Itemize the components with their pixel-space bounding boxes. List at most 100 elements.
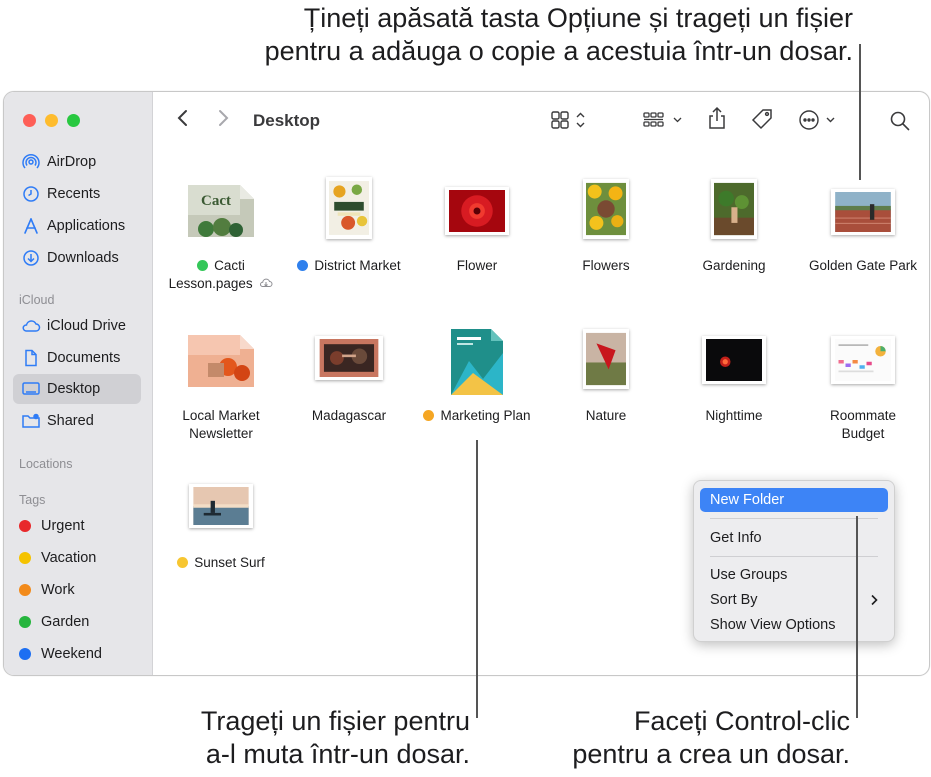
- menu-item-label: Sort By: [710, 592, 758, 608]
- clock-icon: [21, 184, 41, 204]
- file-name: Nighttime: [705, 408, 763, 423]
- sidebar-item-label: Work: [41, 582, 75, 598]
- shared-folder-icon: [21, 411, 41, 431]
- sidebar-item-documents[interactable]: Documents: [13, 343, 141, 373]
- sidebar-item-recents[interactable]: Recents: [13, 179, 141, 209]
- file-item-golden-gate-park[interactable]: Golden Gate Park: [798, 177, 928, 277]
- tag-color-dot: [297, 260, 309, 271]
- sidebar-item-icloud-drive[interactable]: iCloud Drive: [13, 311, 141, 341]
- file-name-continued: Newsletter: [189, 426, 253, 441]
- nature-thumbnail: [583, 329, 629, 389]
- flowers-thumbnail: [583, 179, 629, 239]
- icon-grid-icon: [551, 111, 585, 129]
- sidebar-item-label: Weekend: [41, 646, 102, 662]
- sidebar-item-label: Recents: [47, 186, 101, 202]
- tag-button[interactable]: [751, 108, 773, 130]
- file-item-marketing-plan[interactable]: Marketing Plan: [412, 327, 542, 427]
- file-name: Flower: [456, 258, 498, 273]
- callout-drag-move: Trageți un fișier pentru a-l muta într-u…: [170, 705, 470, 771]
- sidebar-item-label: AirDrop: [47, 154, 97, 170]
- callout-leader-line: [859, 44, 861, 180]
- callout-option-drag: Țineți apăsată tasta Opțiune și trageți …: [265, 2, 853, 68]
- tag-color-dot: [177, 557, 189, 568]
- sidebar-item-applications[interactable]: Applications: [13, 211, 141, 241]
- share-button[interactable]: [707, 106, 727, 130]
- group-button[interactable]: [642, 110, 686, 130]
- callout-line: pentru a crea un dosar.: [572, 739, 850, 769]
- more-actions-icon: [799, 110, 835, 130]
- callout-line: Faceți Control-clic: [633, 706, 850, 736]
- menu-item-show-view-options[interactable]: Show View Options: [700, 613, 888, 637]
- sidebar-item-label: Documents: [47, 350, 121, 366]
- sidebar-item-shared[interactable]: Shared: [13, 406, 141, 436]
- back-button[interactable]: [176, 108, 190, 128]
- minimize-button[interactable]: [45, 114, 58, 127]
- sidebar-tag-weekend[interactable]: Weekend: [13, 639, 141, 669]
- file-item-nighttime[interactable]: Nighttime: [669, 327, 799, 427]
- group-grid-icon: [643, 112, 682, 127]
- zoom-button[interactable]: [67, 114, 80, 127]
- file-item-nature[interactable]: Nature: [541, 327, 671, 427]
- context-menu: New Folder Get Info Use Groups Sort By S…: [693, 480, 895, 642]
- gardening-thumbnail: [711, 179, 757, 239]
- callout-leader-line: [856, 516, 858, 718]
- sidebar-item-label: Applications: [47, 218, 126, 234]
- tag-color-dot: [19, 616, 31, 628]
- sidebar-tag-garden[interactable]: Garden: [13, 607, 141, 637]
- sidebar-item-downloads[interactable]: Downloads: [13, 243, 141, 273]
- file-name: Roommate: [829, 408, 897, 423]
- sidebar-item-label: Downloads: [47, 250, 119, 266]
- file-name: Flowers: [582, 258, 630, 273]
- chevron-right-icon: [219, 110, 229, 126]
- tag-icon: [751, 109, 772, 130]
- document-icon: [21, 348, 41, 368]
- sidebar-item-airdrop[interactable]: AirDrop: [13, 147, 141, 177]
- menu-item-use-groups[interactable]: Use Groups: [700, 563, 888, 587]
- sidebar-tag-urgent[interactable]: Urgent: [13, 511, 141, 541]
- menu-item-sort-by[interactable]: Sort By: [700, 588, 888, 612]
- file-item-gardening[interactable]: Gardening: [669, 177, 799, 277]
- applications-icon: [21, 216, 41, 236]
- close-button[interactable]: [23, 114, 36, 127]
- file-item-sunset-surf[interactable]: Sunset Surf: [156, 474, 286, 574]
- file-item-flowers[interactable]: Flowers: [541, 177, 671, 277]
- file-item-district-market[interactable]: District Market: [284, 177, 414, 277]
- tag-color-dot: [19, 520, 31, 532]
- desktop-icon: [21, 379, 41, 399]
- forward-button[interactable]: [216, 108, 230, 128]
- file-item-madagascar[interactable]: Madagascar: [284, 327, 414, 427]
- menu-item-get-info[interactable]: Get Info: [700, 526, 888, 550]
- callout-line: Trageți un fișier pentru: [200, 706, 470, 736]
- sidebar-tag-work[interactable]: Work: [13, 575, 141, 605]
- file-item-flower[interactable]: Flower: [412, 177, 542, 277]
- chevron-left-icon: [177, 110, 187, 126]
- nighttime-thumbnail: [702, 336, 766, 384]
- tag-color-dot: [19, 584, 31, 596]
- callout-control-click: Faceți Control-clic pentru a crea un dos…: [546, 705, 850, 771]
- file-item-cacti-lesson[interactable]: Cact Cacti Lesson.pages: [156, 177, 286, 297]
- sidebar-item-label: Shared: [47, 413, 94, 429]
- numbers-budget-thumbnail: [831, 336, 895, 384]
- file-name: Golden Gate Park: [808, 258, 918, 273]
- file-name: District Market: [314, 258, 401, 273]
- view-icons-button[interactable]: [550, 110, 590, 130]
- sidebar-item-label: iCloud Drive: [47, 318, 126, 334]
- action-button[interactable]: [798, 109, 840, 131]
- file-name: Sunset Surf: [194, 555, 265, 570]
- sidebar-item-desktop[interactable]: Desktop: [13, 374, 141, 404]
- sidebar-tag-vacation[interactable]: Vacation: [13, 543, 141, 573]
- file-name-continued: Lesson.pages: [168, 276, 253, 291]
- menu-separator: [710, 518, 878, 519]
- sidebar: AirDrop Recents Applications Downloads i…: [4, 92, 153, 675]
- file-item-roommate-budget[interactable]: Roommate Budget: [798, 327, 928, 447]
- callout-line: Țineți apăsată tasta Opțiune și trageți …: [303, 3, 853, 33]
- sidebar-item-label: Garden: [41, 614, 90, 630]
- madagascar-thumbnail: [315, 336, 383, 380]
- golden-gate-park-thumbnail: [831, 189, 895, 235]
- file-name: Marketing Plan: [440, 408, 531, 423]
- menu-item-new-folder[interactable]: New Folder: [700, 488, 888, 512]
- window-controls: [23, 114, 80, 127]
- search-button[interactable]: [889, 110, 911, 132]
- tag-color-dot: [197, 260, 209, 271]
- file-item-local-market-newsletter[interactable]: Local Market Newsletter: [156, 327, 286, 447]
